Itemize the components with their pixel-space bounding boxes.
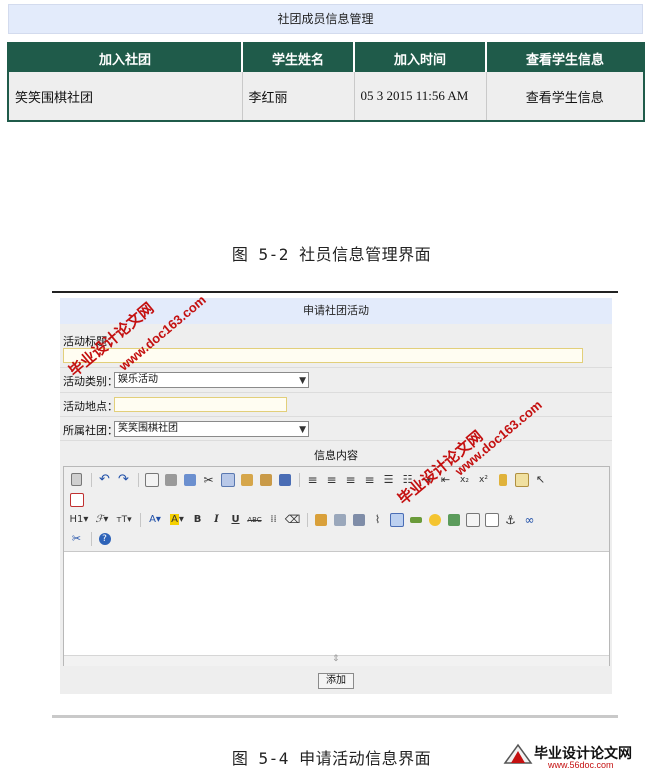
club-select[interactable]: 笑笑围棋社团 ▼ — [114, 421, 309, 437]
highlight-color-icon[interactable]: A ▾ — [167, 511, 187, 528]
unlink-icon[interactable]: ✂ — [68, 530, 85, 547]
toolbar-row-2: H1 ▾ ℱ▾ тT▾ A▾ A ▾ B I U ABC ⁞⁞ ⌫ ⌇ ⚓ ∞ — [68, 511, 540, 528]
template-icon[interactable] — [181, 471, 198, 488]
chevron-down-icon: ▼ — [299, 425, 306, 435]
view-student-link[interactable]: 查看学生信息 — [486, 72, 644, 121]
paste-icon[interactable] — [238, 471, 255, 488]
resize-handle-icon[interactable]: ⇕ — [332, 654, 340, 664]
toolbar-row-1b — [68, 491, 87, 508]
site-logo-icon — [503, 743, 533, 765]
table-icon[interactable] — [388, 511, 405, 528]
image-insert-icon[interactable] — [312, 511, 329, 528]
paste-word-icon[interactable] — [276, 471, 293, 488]
col-club: 加入社团 — [8, 43, 243, 72]
toolbar-separator — [138, 472, 139, 487]
line-height-icon[interactable]: ⁞⁞ — [265, 511, 282, 528]
media-icon[interactable] — [350, 511, 367, 528]
redo-icon[interactable]: ↷ — [115, 471, 132, 488]
table-header-row: 加入社团 学生姓名 加入时间 查看学生信息 — [8, 43, 644, 72]
table-row: 笑笑围棋社团 李红丽 05 3 2015 11:56 AM 查看学生信息 — [8, 72, 644, 121]
toolbar-separator — [140, 512, 141, 527]
row-divider — [60, 440, 612, 441]
font-color-icon[interactable]: A▾ — [145, 511, 165, 528]
row-divider — [60, 392, 612, 393]
align-center-icon[interactable]: ≡ — [323, 471, 340, 488]
editor-toolbar: ↶ ↷ ✂ ≡ ≡ ≡ ≡ ☰ ☷ ⇥ ⇤ x₂ x² ↖ H1 ▾ ℱ▾ тT▾… — [64, 467, 609, 552]
superscript-icon[interactable]: x² — [475, 471, 492, 488]
strikethrough-icon[interactable]: ABC — [246, 511, 263, 528]
hr-icon[interactable] — [407, 511, 424, 528]
align-right-icon[interactable]: ≡ — [342, 471, 359, 488]
member-table: 加入社团 学生姓名 加入时间 查看学生信息 笑笑围棋社团 李红丽 05 3 20… — [7, 42, 645, 122]
bold-icon[interactable]: B — [189, 511, 206, 528]
toolbar-separator — [299, 472, 300, 487]
emoticon-icon[interactable] — [426, 511, 443, 528]
link-icon[interactable]: ∞ — [521, 511, 538, 528]
source-icon[interactable] — [68, 471, 85, 488]
heading-menu-label: H1 — [69, 514, 84, 525]
align-justify-icon[interactable]: ≡ — [361, 471, 378, 488]
undo-icon[interactable]: ↶ — [96, 471, 113, 488]
figure-caption-5-2: 图 5-2 社员信息管理界面 — [231, 245, 432, 264]
toolbar-row-1: ↶ ↷ ✂ ≡ ≡ ≡ ≡ ☰ ☷ ⇥ ⇤ x₂ x² ↖ — [68, 471, 551, 488]
toolbar-row-3: ✂ ? — [68, 530, 115, 547]
attachment-icon[interactable]: ⌇ — [369, 511, 386, 528]
paste-text-icon[interactable] — [257, 471, 274, 488]
col-time: 加入时间 — [354, 43, 487, 72]
toolbar-separator — [91, 531, 92, 546]
col-view: 查看学生信息 — [486, 43, 644, 72]
pointer-icon[interactable]: ↖ — [532, 471, 549, 488]
ordered-list-icon[interactable]: ☰ — [380, 471, 397, 488]
italic-icon[interactable]: I — [208, 511, 225, 528]
select-all-icon[interactable] — [513, 471, 530, 488]
member-page-title: 社团成员信息管理 — [8, 4, 643, 34]
editor-resize-bar[interactable]: ⇕ — [64, 654, 609, 666]
heading-menu[interactable]: H1 ▾ — [68, 511, 90, 528]
figure-bottom-rule — [52, 715, 618, 718]
eraser-icon[interactable]: ⌫ — [284, 511, 301, 528]
cut-icon[interactable]: ✂ — [200, 471, 217, 488]
row-divider — [60, 367, 612, 368]
preview-icon[interactable] — [143, 471, 160, 488]
type-label: 活动类别： — [63, 375, 118, 388]
cell-time: 05 3 2015 11:56 AM — [354, 72, 487, 121]
font-family-icon[interactable]: ℱ▾ — [92, 511, 112, 528]
col-name: 学生姓名 — [242, 43, 355, 72]
page-break-icon[interactable] — [483, 511, 500, 528]
flash-icon[interactable] — [331, 511, 348, 528]
activity-type-value: 娱乐活动 — [118, 374, 158, 385]
figure-top-rule — [52, 291, 618, 293]
align-left-icon[interactable]: ≡ — [304, 471, 321, 488]
chevron-down-icon: ▼ — [299, 376, 306, 386]
anchor-icon[interactable]: ⚓ — [502, 511, 519, 528]
add-button[interactable]: 添加 — [318, 673, 354, 689]
code-icon[interactable] — [464, 511, 481, 528]
club-label: 所属社团： — [63, 424, 118, 437]
cell-name: 李红丽 — [242, 72, 355, 121]
cell-club: 笑笑围棋社团 — [8, 72, 243, 121]
place-label: 活动地点： — [63, 400, 118, 413]
copy-icon[interactable] — [219, 471, 236, 488]
print-icon[interactable] — [162, 471, 179, 488]
picture-icon[interactable] — [445, 511, 462, 528]
activity-type-select[interactable]: 娱乐活动 ▼ — [114, 372, 309, 388]
font-size-icon[interactable]: тT▾ — [114, 511, 134, 528]
activity-place-input[interactable] — [114, 397, 287, 412]
toolbar-separator — [91, 472, 92, 487]
footer-site: www.56doc.com — [548, 760, 614, 770]
fullscreen-icon[interactable] — [68, 491, 85, 508]
content-label: 信息内容 — [314, 449, 358, 462]
toolbar-separator — [307, 512, 308, 527]
underline-icon[interactable]: U — [227, 511, 244, 528]
help-icon[interactable]: ? — [96, 530, 113, 547]
clear-format-icon[interactable] — [494, 471, 511, 488]
club-select-value: 笑笑围棋社团 — [118, 423, 178, 434]
